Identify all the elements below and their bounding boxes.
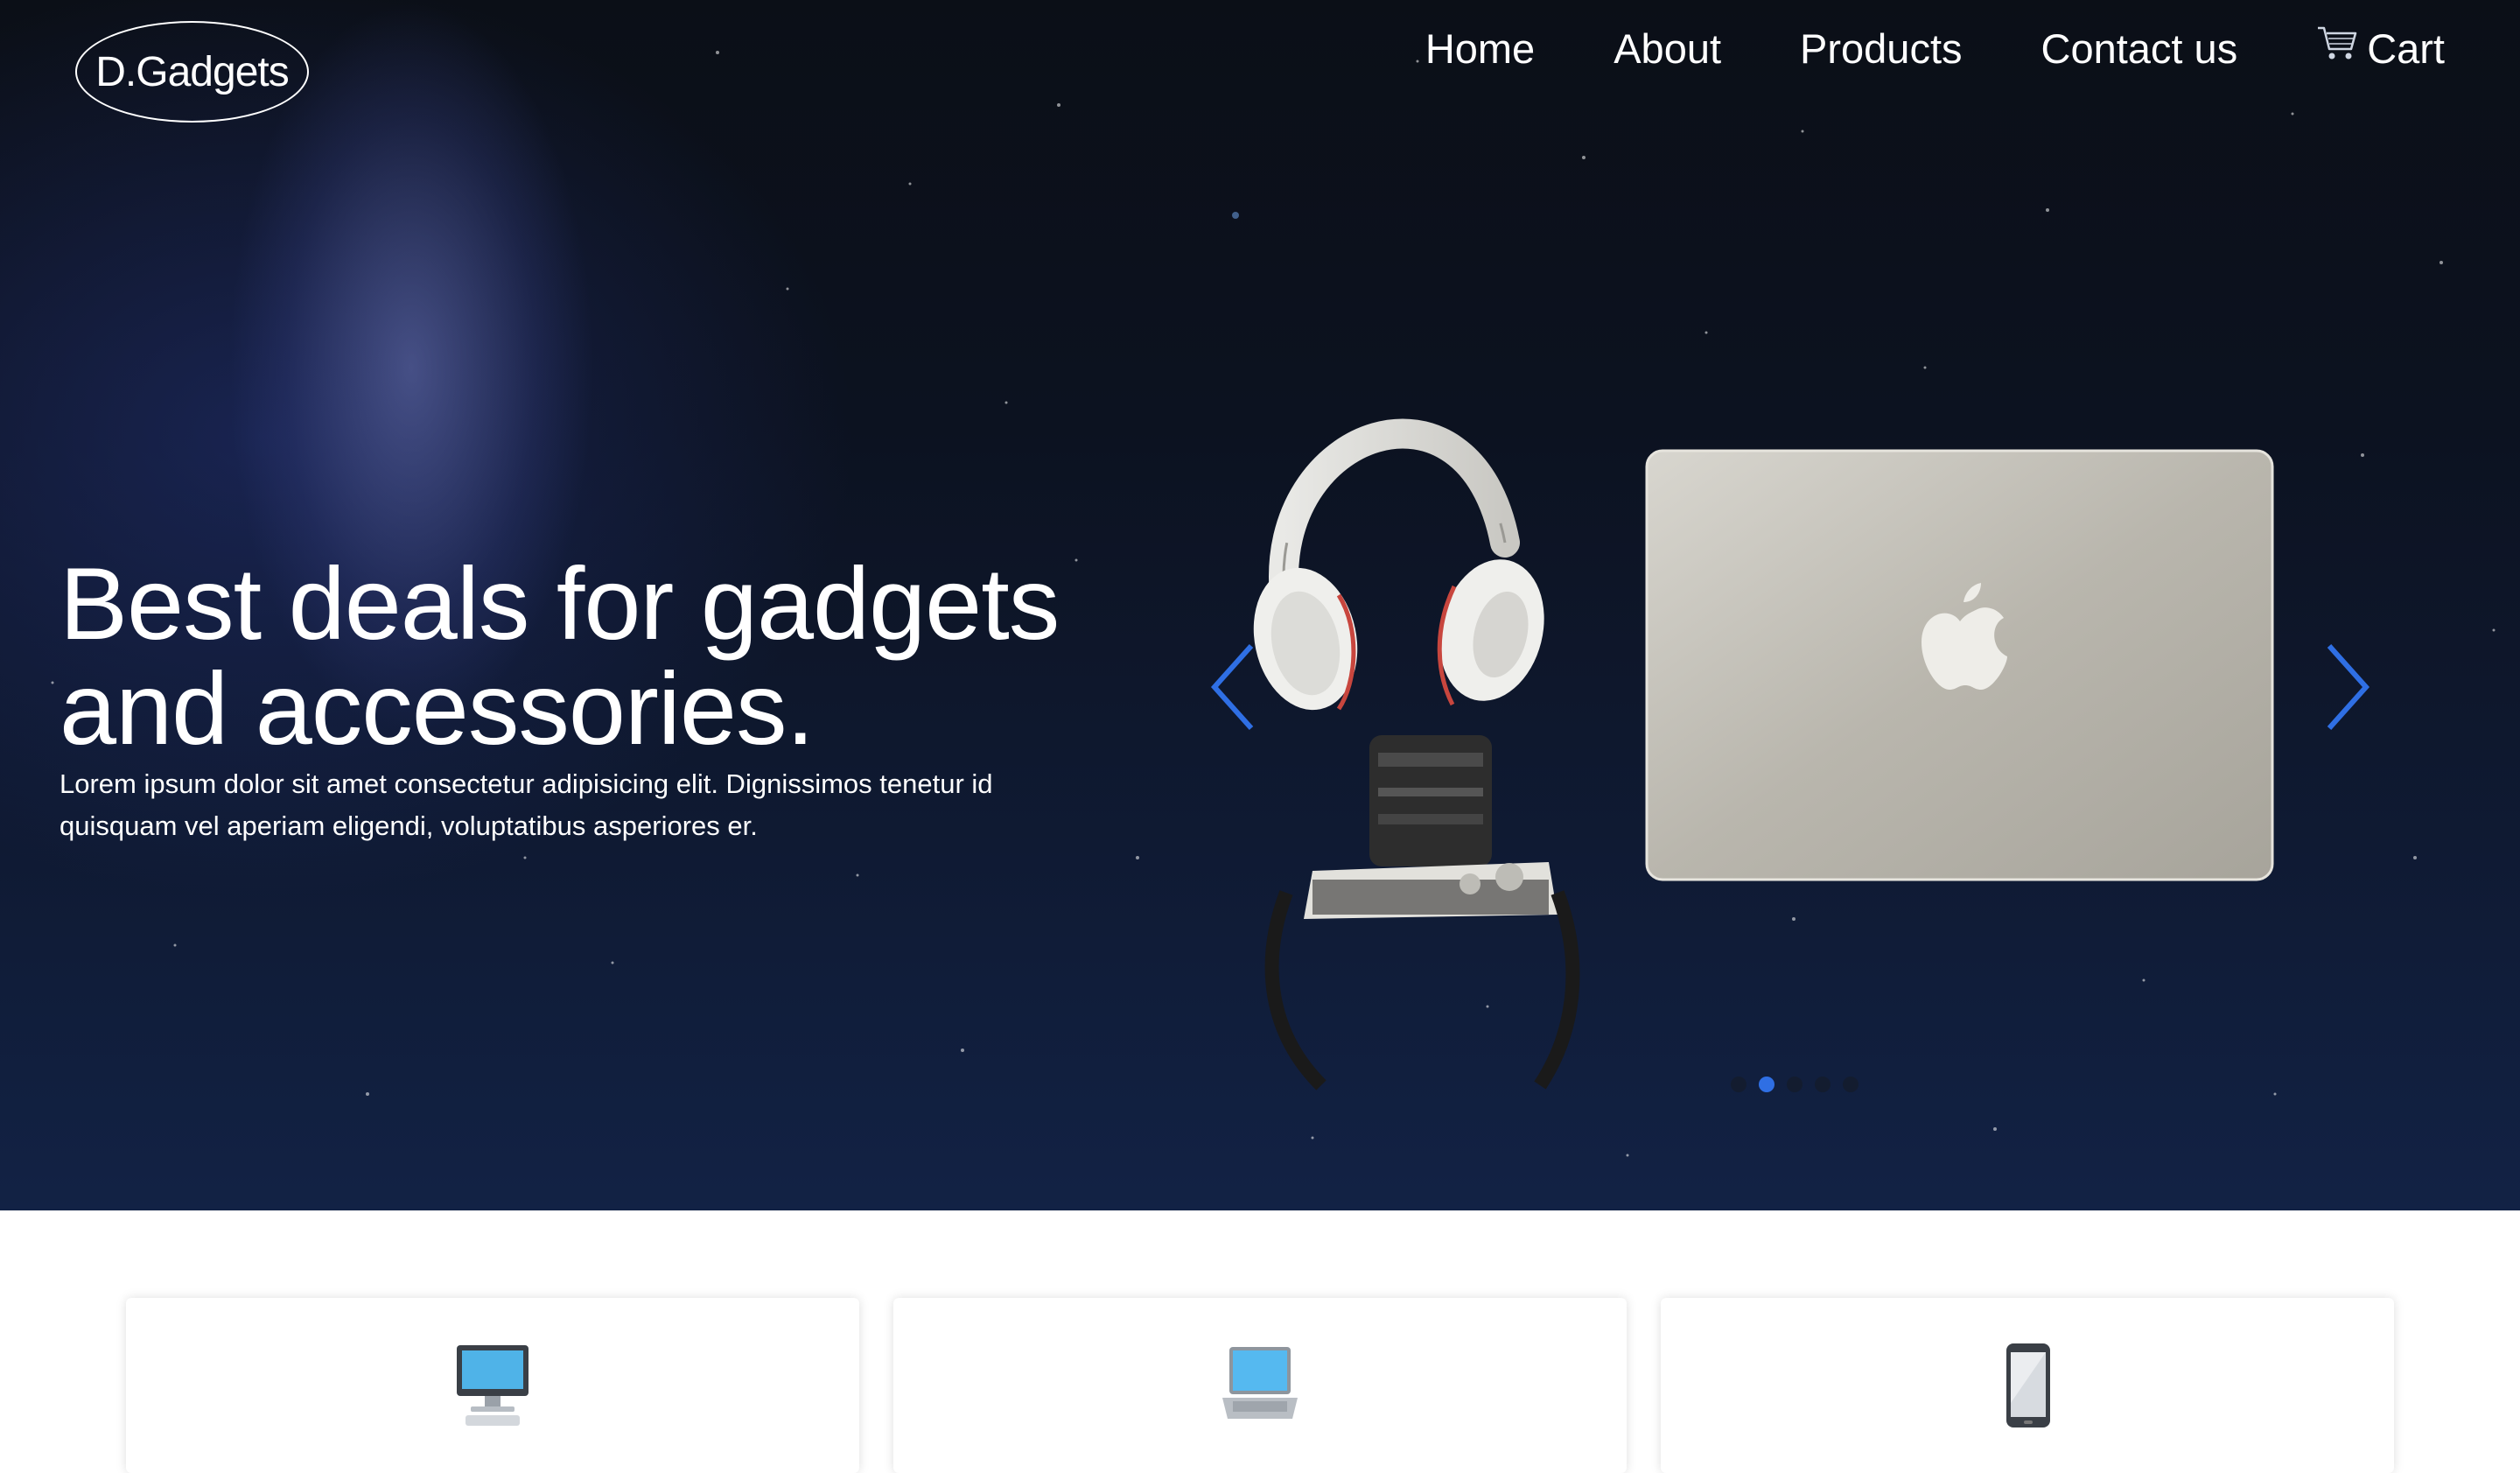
carousel-dot-active[interactable] xyxy=(1759,1077,1774,1092)
brand-name: D.Gadgets xyxy=(95,48,289,95)
carousel-indicators xyxy=(1731,1077,1858,1092)
nav-products-link[interactable]: Products xyxy=(1800,25,1962,73)
nav-about-link[interactable]: About xyxy=(1614,25,1721,73)
carousel-dot[interactable] xyxy=(1843,1077,1858,1092)
chevron-left-icon[interactable] xyxy=(1208,639,1260,735)
brand-logo[interactable]: D.Gadgets xyxy=(75,21,309,123)
carousel-dot[interactable] xyxy=(1731,1077,1746,1092)
product-carousel xyxy=(1208,368,2398,1120)
desktop-computer-icon xyxy=(457,1345,528,1426)
category-card-mobile[interactable] xyxy=(1661,1298,2394,1473)
chevron-right-icon[interactable] xyxy=(2320,639,2373,735)
category-cards-section xyxy=(0,1210,2520,1473)
hero-section: D.Gadgets Home About Products Contact us… xyxy=(0,0,2520,1210)
category-card-desktop[interactable] xyxy=(126,1298,859,1473)
carousel-slide-image xyxy=(1253,418,2274,1091)
cart-label: Cart xyxy=(2367,25,2445,72)
carousel-dot[interactable] xyxy=(1815,1077,1830,1092)
nav-contact-link[interactable]: Contact us xyxy=(2041,25,2238,73)
mobile-phone-icon xyxy=(2006,1343,2050,1427)
category-card-laptop[interactable] xyxy=(893,1298,1627,1473)
main-navigation: Home About Products Contact us Cart xyxy=(1425,25,2445,73)
shopping-cart-icon xyxy=(2318,26,2357,59)
hero-headline: Best deals for gadgets and accessories. xyxy=(60,546,1060,766)
carousel-dot[interactable] xyxy=(1787,1077,1802,1092)
hero-subtext: Lorem ipsum dolor sit amet consectetur a… xyxy=(60,768,993,841)
nav-cart-link[interactable]: Cart xyxy=(2316,25,2445,73)
laptop-icon xyxy=(1222,1347,1298,1419)
nav-home-link[interactable]: Home xyxy=(1425,25,1535,73)
